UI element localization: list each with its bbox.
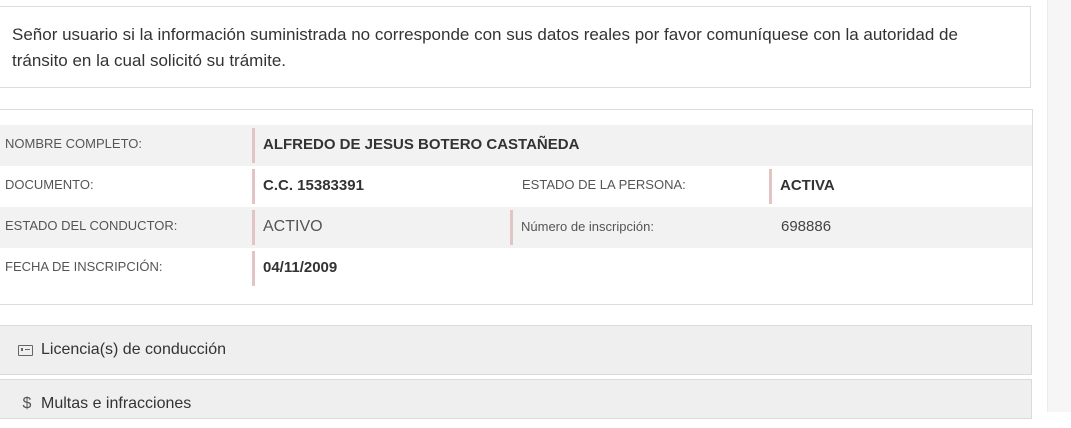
page-scrollbar[interactable] bbox=[1047, 0, 1071, 412]
registration-number-label: Número de inscripción: bbox=[510, 210, 654, 245]
row-driver-status: ESTADO DEL CONDUCTOR: ACTIVO Número de i… bbox=[0, 207, 1032, 248]
registration-date-value: 04/11/2009 bbox=[252, 251, 337, 286]
row-document: DOCUMENTO: C.C. 15383391 ESTADO DE LA PE… bbox=[0, 166, 1032, 207]
registration-date-label: FECHA DE INSCRIPCIÓN: bbox=[5, 259, 163, 274]
full-name-label: NOMBRE COMPLETO: bbox=[5, 136, 143, 151]
person-info-panel: NOMBRE COMPLETO: ALFREDO DE JESUS BOTERO… bbox=[0, 109, 1033, 305]
dollar-icon: $ bbox=[22, 395, 32, 412]
driver-status-label: ESTADO DEL CONDUCTOR: bbox=[5, 218, 178, 233]
registration-number-value: 698886 bbox=[781, 218, 832, 235]
document-value: C.C. 15383391 bbox=[252, 169, 364, 204]
notice-text: Señor usuario si la información suminist… bbox=[12, 25, 958, 70]
driver-status-value: ACTIVO bbox=[252, 210, 323, 245]
row-full-name: NOMBRE COMPLETO: ALFREDO DE JESUS BOTERO… bbox=[0, 125, 1032, 166]
accordion-driving-licenses[interactable]: Licencia(s) de conducción bbox=[0, 325, 1032, 375]
person-status-value: ACTIVA bbox=[769, 169, 835, 204]
person-status-label: ESTADO DE LA PERSONA: bbox=[522, 177, 686, 192]
row-registration-date: FECHA DE INSCRIPCIÓN: 04/11/2009 bbox=[0, 248, 1032, 289]
document-label: DOCUMENTO: bbox=[5, 177, 94, 192]
info-notice: Señor usuario si la información suminist… bbox=[0, 6, 1031, 88]
accordion-fines-label: Multas e infracciones bbox=[41, 395, 192, 412]
accordion-fines[interactable]: $ Multas e infracciones bbox=[0, 379, 1032, 419]
accordion-driving-licenses-label: Licencia(s) de conducción bbox=[41, 341, 226, 358]
full-name-value: ALFREDO DE JESUS BOTERO CASTAÑEDA bbox=[252, 128, 579, 163]
id-card-icon bbox=[18, 345, 33, 356]
